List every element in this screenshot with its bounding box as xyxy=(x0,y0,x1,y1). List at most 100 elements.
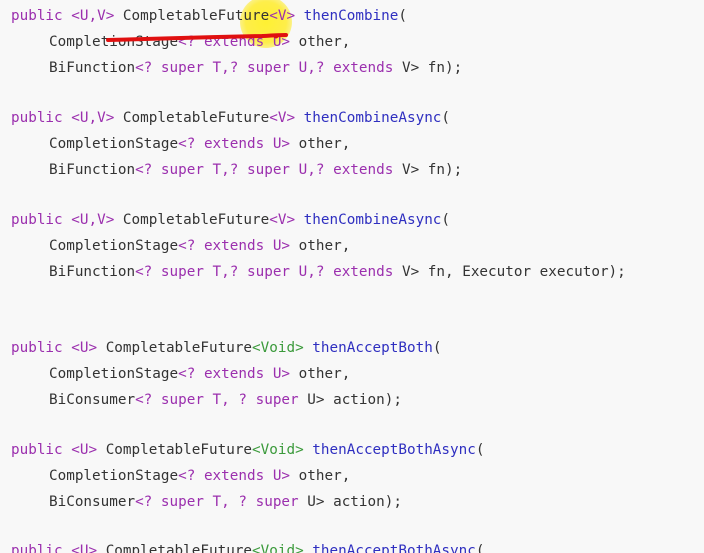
type-var: T,? xyxy=(203,162,239,178)
open-paren: ( xyxy=(475,543,485,553)
param-name: other, xyxy=(290,238,351,254)
param-name: other, xyxy=(290,34,351,50)
type-var: U,? xyxy=(290,264,325,280)
code-line-param: CompletionStage<? extends U> other, xyxy=(49,237,350,255)
type-var: U> xyxy=(264,34,291,50)
type-var: U> xyxy=(264,238,291,254)
type-var: T, ? xyxy=(203,494,247,510)
open-paren: ( xyxy=(441,110,451,126)
wildcard: <? xyxy=(178,366,196,382)
keyword-extends: extends xyxy=(324,264,394,280)
param-type: CompletionStage xyxy=(49,34,179,50)
method-name: thenAcceptBothAsync xyxy=(303,543,476,553)
return-generic: <Void> xyxy=(252,442,304,458)
wildcard: <? xyxy=(178,468,196,484)
wildcard: <? xyxy=(135,494,153,510)
keyword-public: public xyxy=(11,340,63,356)
type-var: U> xyxy=(264,468,291,484)
param-type: CompletionStage xyxy=(49,366,179,382)
method-name: thenCombine xyxy=(295,8,399,24)
param-name: U> action); xyxy=(298,392,402,408)
keyword-public: public xyxy=(11,8,63,24)
return-type: CompletableFuture xyxy=(97,340,253,356)
code-line-signature: public <U,V> CompletableFuture<V> thenCo… xyxy=(11,7,407,25)
param-type: CompletionStage xyxy=(49,136,179,152)
type-var: U,? xyxy=(290,162,325,178)
keyword-extends: extends xyxy=(195,34,265,50)
wildcard: <? xyxy=(135,60,153,76)
return-type: CompletableFuture xyxy=(114,110,270,126)
code-line-param: BiFunction<? super T,? super U,? extends… xyxy=(49,59,462,77)
param-type: CompletionStage xyxy=(49,468,179,484)
code-line-param: CompletionStage<? extends U> other, xyxy=(49,135,350,153)
param-type: BiFunction xyxy=(49,162,136,178)
keyword-extends: extends xyxy=(324,162,394,178)
keyword-public: public xyxy=(11,442,63,458)
return-type: CompletableFuture xyxy=(97,442,253,458)
return-type: CompletableFuture xyxy=(114,8,270,24)
return-generic: <V> xyxy=(269,212,296,228)
keyword-super: super xyxy=(247,392,299,408)
keyword-super: super xyxy=(152,264,204,280)
keyword-super: super xyxy=(238,162,291,178)
keyword-public: public xyxy=(11,110,63,126)
type-var: T, ? xyxy=(203,392,247,408)
return-type: CompletableFuture xyxy=(114,212,270,228)
open-paren: ( xyxy=(398,8,407,24)
wildcard: <? xyxy=(178,238,196,254)
open-paren: ( xyxy=(432,340,442,356)
type-var: U,? xyxy=(290,60,325,76)
param-type: BiConsumer xyxy=(49,392,136,408)
param-name: other, xyxy=(290,366,351,382)
param-type: BiConsumer xyxy=(49,494,136,510)
code-line-signature-cutoff: public <U> CompletableFuture<Void> thenA… xyxy=(11,542,484,553)
method-name: thenCombineAsync xyxy=(295,110,442,126)
method-name: thenCombineAsync xyxy=(295,212,442,228)
code-line-param: CompletionStage<? extends U> other, xyxy=(49,467,350,485)
type-var: U> xyxy=(264,136,291,152)
wildcard: <? xyxy=(135,392,153,408)
keyword-super: super xyxy=(152,494,204,510)
keyword-extends: extends xyxy=(195,238,265,254)
return-generic: <V> xyxy=(269,8,296,24)
return-type: CompletableFuture xyxy=(97,543,253,553)
return-generic: <Void> xyxy=(252,543,304,553)
keyword-extends: extends xyxy=(195,366,265,382)
param-type: BiFunction xyxy=(49,60,136,76)
code-line-signature: public <U,V> CompletableFuture<V> thenCo… xyxy=(11,109,450,127)
keyword-public: public xyxy=(11,543,63,553)
code-line-param: CompletionStage<? extends U> other, xyxy=(49,365,350,383)
code-line-param: BiFunction<? super T,? super U,? extends… xyxy=(49,263,626,281)
wildcard: <? xyxy=(178,34,196,50)
open-paren: ( xyxy=(475,442,485,458)
code-line-param: BiConsumer<? super T, ? super U> action)… xyxy=(49,391,402,409)
keyword-super: super xyxy=(238,264,291,280)
param-name: V> fn, Executor executor); xyxy=(393,264,626,280)
keyword-extends: extends xyxy=(324,60,394,76)
param-name: other, xyxy=(290,468,351,484)
generic-params: <U,V> xyxy=(62,8,115,24)
method-name: thenAcceptBothAsync xyxy=(303,442,476,458)
code-viewer: public <U,V> CompletableFuture<V> thenCo… xyxy=(0,0,704,553)
code-line-param: CompletionStage<? extends U> other, xyxy=(49,33,350,51)
code-line-signature: public <U> CompletableFuture<Void> thenA… xyxy=(11,339,441,357)
param-name: other, xyxy=(290,136,351,152)
generic-params: <U> xyxy=(62,340,98,356)
return-generic: <Void> xyxy=(252,340,304,356)
param-type: CompletionStage xyxy=(49,238,179,254)
wildcard: <? xyxy=(135,162,153,178)
keyword-super: super xyxy=(247,494,299,510)
type-var: T,? xyxy=(203,264,239,280)
code-line-signature: public <U> CompletableFuture<Void> thenA… xyxy=(11,441,484,459)
param-type: BiFunction xyxy=(49,264,136,280)
type-var: T,? xyxy=(203,60,239,76)
code-line-param: BiConsumer<? super T, ? super U> action)… xyxy=(49,493,402,511)
param-name: V> fn); xyxy=(393,162,463,178)
keyword-extends: extends xyxy=(195,136,265,152)
keyword-public: public xyxy=(11,212,63,228)
keyword-extends: extends xyxy=(195,468,265,484)
generic-params: <U,V> xyxy=(62,212,115,228)
generic-params: <U> xyxy=(62,442,98,458)
param-name: U> action); xyxy=(298,494,402,510)
wildcard: <? xyxy=(135,264,153,280)
